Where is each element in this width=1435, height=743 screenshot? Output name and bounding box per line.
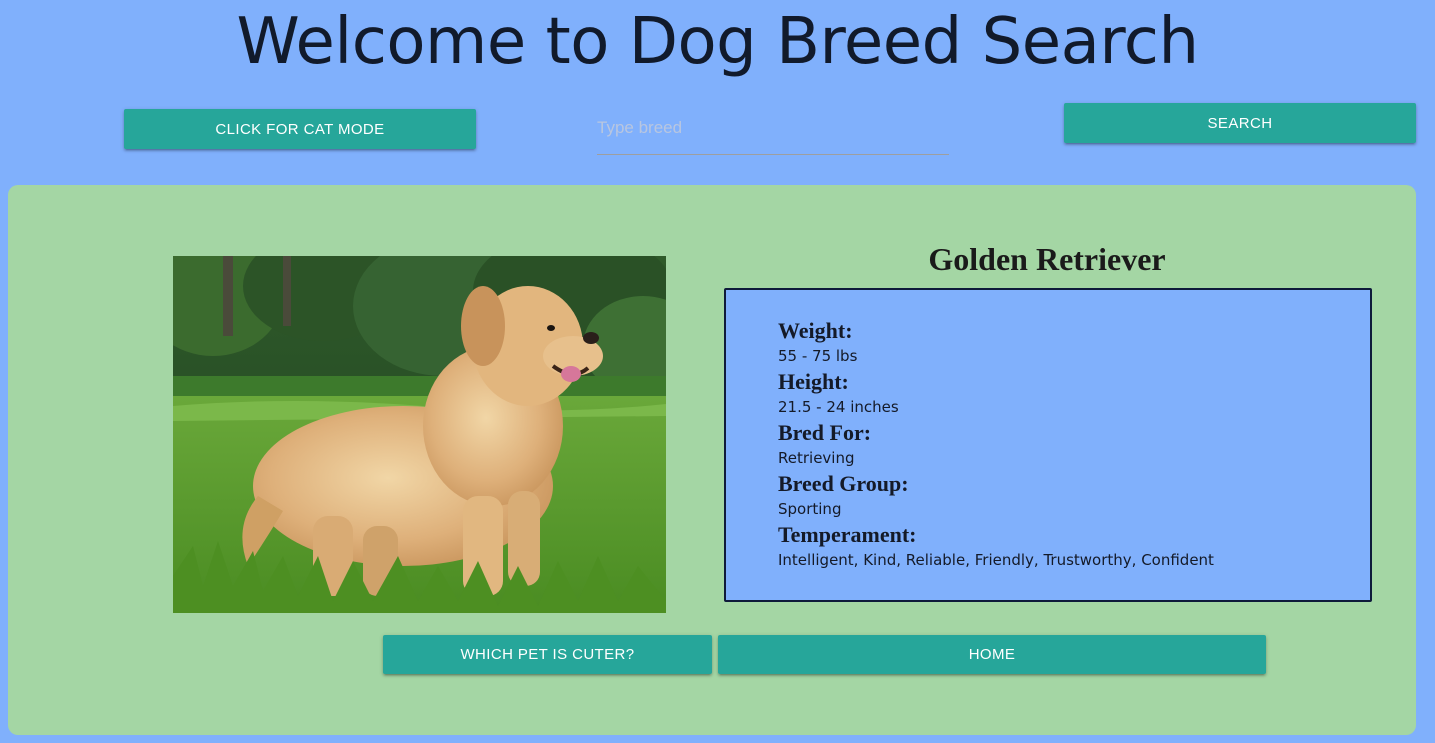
bred-for-value: Retrieving: [778, 449, 855, 467]
page-title: Welcome to Dog Breed Search: [236, 5, 1200, 79]
weight-value: 55 - 75 lbs: [778, 347, 858, 365]
breed-name: Golden Retriever: [928, 241, 1166, 277]
height-label: Height:: [778, 369, 849, 394]
breed-group-label: Breed Group:: [778, 471, 909, 496]
temperament-label: Temperament:: [778, 522, 917, 547]
breed-group-value: Sporting: [778, 500, 842, 518]
bred-for-label: Bred For:: [778, 420, 872, 445]
breed-details: Weight: 55 - 75 lbs Height: 21.5 - 24 in…: [778, 318, 1358, 573]
breed-info-box: Weight: 55 - 75 lbs Height: 21.5 - 24 in…: [724, 288, 1372, 602]
cat-mode-button[interactable]: CLICK FOR CAT MODE: [124, 109, 476, 149]
weight-label: Weight:: [778, 318, 853, 343]
breed-card: Golden Retriever Weight: 55 - 75 lbs Hei…: [8, 185, 1416, 735]
height-value: 21.5 - 24 inches: [778, 398, 899, 416]
temperament-value: Intelligent, Kind, Reliable, Friendly, T…: [778, 551, 1214, 569]
search-input[interactable]: [597, 108, 949, 148]
home-button[interactable]: HOME: [718, 635, 1266, 674]
search-field[interactable]: [597, 108, 949, 155]
which-pet-cuter-button[interactable]: WHICH PET IS CUTER?: [383, 635, 712, 674]
dog-photo: [173, 256, 666, 613]
search-button[interactable]: SEARCH: [1064, 103, 1416, 143]
